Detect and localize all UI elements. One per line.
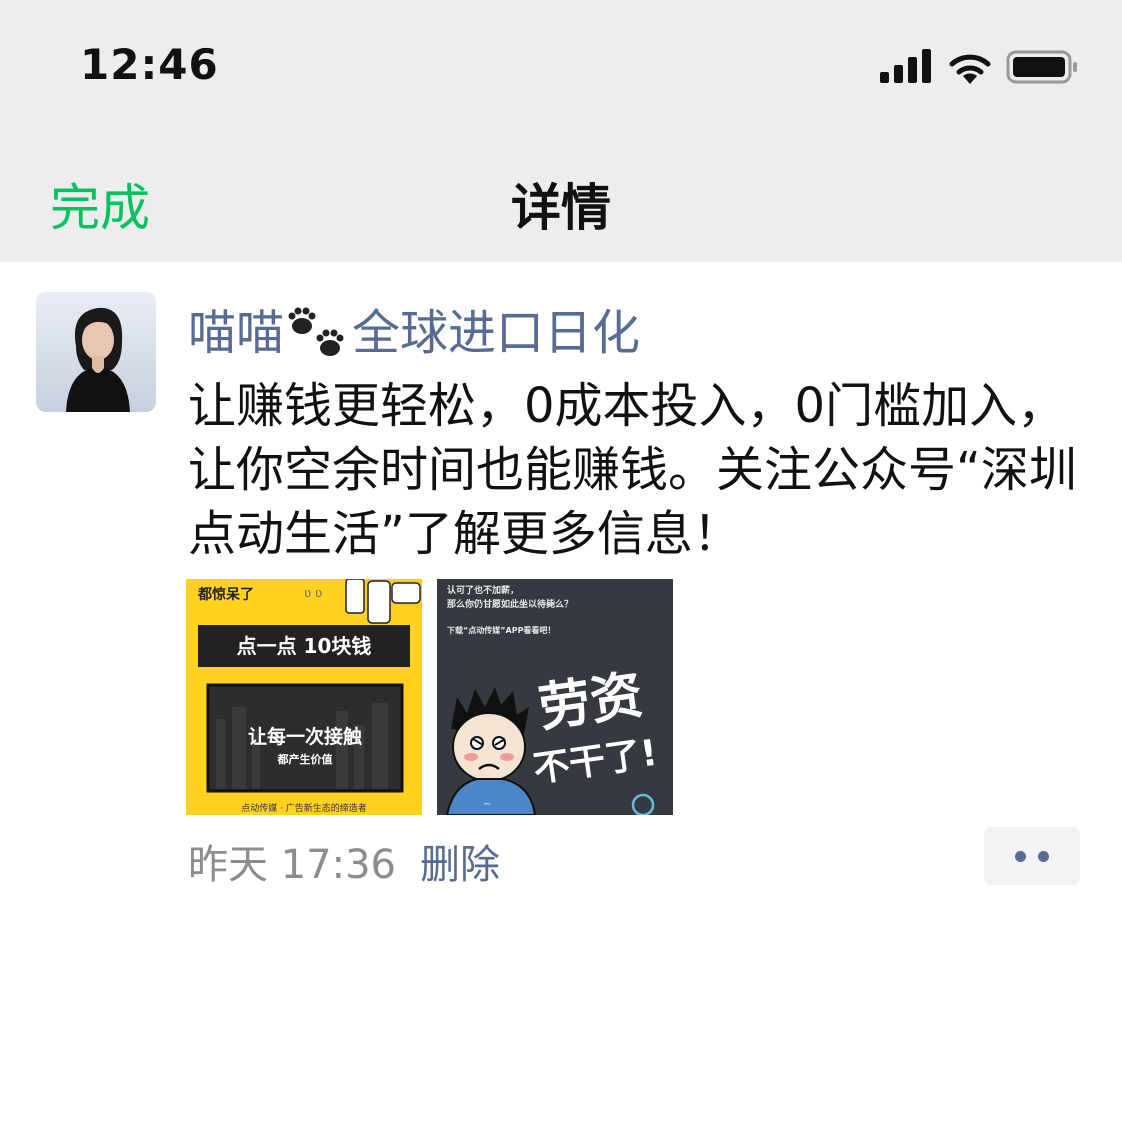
more-options-button[interactable] <box>984 827 1080 885</box>
image2-line3: 下载“点动传媒”APP看看吧！ <box>447 625 555 635</box>
username-part2: 全球进口日化 <box>352 305 641 361</box>
page-title: 详情 <box>511 179 611 237</box>
image2-line2: 那么你仍甘愿如此坐以待毙么？ <box>447 598 573 610</box>
post-time: 昨天 17:36 <box>188 842 396 888</box>
svg-text:~: ~ <box>483 799 491 810</box>
avatar[interactable] <box>36 292 156 412</box>
post-image-1[interactable]: 都惊呆了 ʋ ʋ 点一点 10块钱 让每一次接触 都产生价值 点动传媒 · 广告… <box>186 579 422 815</box>
top-bar: 12:46 完成 详情 <box>0 0 1122 262</box>
delete-button[interactable]: 删除 <box>420 832 500 890</box>
status-time: 12:46 <box>80 40 219 89</box>
image2-line1: 认可了也不加薪， <box>447 584 519 596</box>
more-dot-icon <box>1015 851 1026 862</box>
svg-text:ʋ ʋ: ʋ ʋ <box>304 586 322 600</box>
more-dot-icon <box>1038 851 1049 862</box>
wifi-icon <box>949 54 991 84</box>
username-part1: 喵喵 <box>188 305 285 361</box>
post-image-2[interactable]: 认可了也不加薪， 那么你仍甘愿如此坐以待毙么？ 下载“点动传媒”APP看看吧！ … <box>437 579 673 815</box>
image1-top-label: 都惊呆了 <box>197 586 254 602</box>
paw-icon <box>288 307 344 356</box>
image1-sub-slogan: 都产生价值 <box>277 752 333 766</box>
post-username[interactable]: 喵喵 全球进口日化 <box>188 293 640 366</box>
image1-footer: 点动传媒 · 广告新生态的缔造者 <box>241 802 367 814</box>
image1-headline: 点一点 10块钱 <box>237 634 372 658</box>
battery-icon <box>1006 50 1077 84</box>
post-text: 让赚钱更轻松，0成本投入，0门槛加入，让你空余时间也能赚钱。关注公众号“深圳点动… <box>188 378 1077 562</box>
status-icons <box>880 49 1077 84</box>
signal-icon <box>880 49 931 83</box>
image1-slogan: 让每一次接触 <box>248 725 362 748</box>
